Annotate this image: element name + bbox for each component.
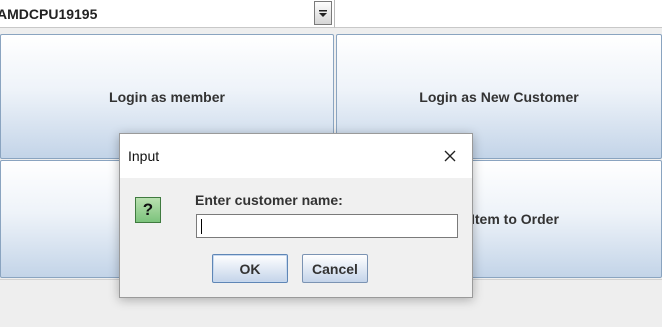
text-caret [201,219,202,234]
cancel-button[interactable]: Cancel [302,254,368,283]
ok-button[interactable]: OK [212,254,288,283]
combo-selected-value: AMDCPU19195 [0,6,98,22]
customer-combo-box[interactable]: AMDCPU19195 [0,0,334,28]
dialog-title: Input [128,148,160,164]
customer-name-label: Enter customer name: [195,192,343,208]
header-right-panel [334,0,662,28]
login-new-customer-label: Login as New Customer [419,88,579,105]
combo-dropdown-button[interactable] [314,1,332,25]
ok-button-label: OK [239,260,261,277]
question-icon-glyph: ? [142,200,154,219]
login-member-label: Login as member [109,88,225,105]
item-to-order-label: Item to Order [471,211,559,227]
close-icon [444,150,456,162]
close-button[interactable] [440,146,460,166]
input-dialog: Input ? Enter customer name: OK Cancel [119,133,473,298]
chevron-down-icon [319,10,327,17]
dialog-title-bar[interactable]: Input [120,134,472,178]
cancel-button-label: Cancel [312,260,358,277]
question-icon: ? [135,197,161,223]
customer-name-input[interactable] [196,214,458,238]
